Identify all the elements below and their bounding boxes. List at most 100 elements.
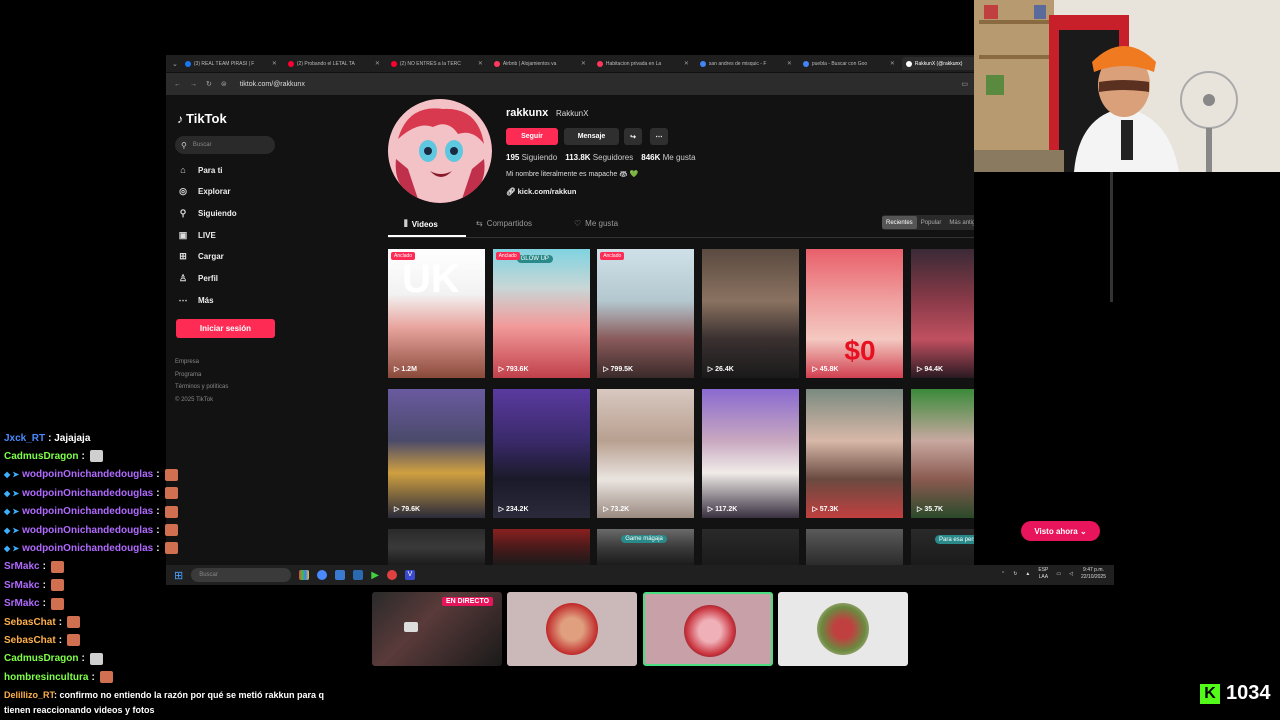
browser-tab[interactable]: (2) Probando el LETAL TA ✕	[284, 57, 384, 70]
footer-link[interactable]: Programa	[175, 372, 201, 378]
scene-thumbnail-active[interactable]	[643, 592, 773, 666]
login-button[interactable]: Iniciar sesión	[176, 319, 275, 338]
sync-icon[interactable]: ↻	[1013, 571, 1017, 577]
video-card[interactable]: GLOW UP Anclado ▷ 793.6K	[492, 249, 590, 378]
video-card[interactable]: ▷ 234.2K	[492, 389, 590, 518]
app-icon[interactable]	[335, 570, 346, 580]
footer-link[interactable]: Empresa	[175, 359, 199, 365]
video-card[interactable]: ▷ 35.7K	[911, 389, 974, 518]
site-info-icon[interactable]: ⊜	[221, 80, 227, 88]
sort-popular[interactable]: Popular	[917, 216, 946, 229]
sidebar-item-perfil[interactable]: ♙ Perfil	[178, 271, 288, 287]
start-icon[interactable]: ⊞	[174, 569, 183, 582]
chat-username[interactable]: Jxck_RT	[4, 433, 45, 444]
video-card[interactable]: Anclado ▷ 799.5K	[597, 249, 695, 378]
shield-icon[interactable]: ▲	[1025, 571, 1030, 577]
message-button[interactable]: Mensaje	[564, 128, 619, 145]
widgets-icon[interactable]	[299, 570, 310, 580]
profile-link[interactable]: 🔗︎ kick.com/rakkun	[506, 187, 576, 196]
tab-videos[interactable]: ⫼ Videos	[404, 219, 438, 229]
tiktok-logo[interactable]: ♪ TikTok	[177, 111, 227, 126]
video-card[interactable]	[388, 529, 485, 565]
video-card[interactable]: Game mágaja	[597, 529, 695, 565]
footer-link[interactable]: Términos y políticas	[175, 384, 228, 390]
url-field[interactable]: tiktok.com/@rakkunx	[240, 81, 305, 88]
recently-viewed-button[interactable]: Visto ahora ⌄	[1021, 521, 1100, 541]
chat-username[interactable]: SrMakc	[4, 580, 40, 591]
grid-icon: ⫼	[404, 219, 408, 228]
chat-username[interactable]: CadmusDragon	[4, 653, 78, 664]
scene-thumbnail-guest[interactable]	[778, 592, 908, 666]
tab-liked[interactable]: ♡ Me gusta	[574, 219, 618, 228]
sort-recent[interactable]: Recientes	[882, 216, 917, 229]
sidebar-item-cargar[interactable]: ⊞ Cargar	[178, 249, 288, 265]
sidebar-item-explorar[interactable]: ◎ Explorar	[178, 184, 288, 200]
tab-shared[interactable]: ⇆ Compartidos	[476, 219, 532, 228]
close-icon[interactable]: ✕	[478, 60, 483, 67]
sort-oldest[interactable]: Más antiguos	[945, 216, 974, 229]
sidebar-item-live[interactable]: ▣ LIVE	[178, 227, 288, 243]
search-input[interactable]: ⚲ Buscar	[175, 136, 275, 154]
network-icon[interactable]: ▭	[1056, 571, 1061, 577]
video-card[interactable]: UK Anclado ▷ 1.2M	[388, 249, 485, 378]
language-indicator[interactable]: ESP LAA	[1038, 567, 1048, 581]
browser-tab[interactable]: (3) REAL TEAM PIRASI | F ✕	[181, 57, 281, 70]
video-card[interactable]: ▷ 26.4K	[701, 249, 799, 378]
taskbar-search[interactable]: Buscar	[191, 568, 292, 582]
chat-username[interactable]: SrMakc	[4, 561, 40, 572]
video-card[interactable]	[492, 529, 590, 565]
chat-username[interactable]: SrMakc	[4, 598, 40, 609]
scene-thumbnail-webcam[interactable]	[507, 592, 637, 666]
back-icon[interactable]: ←	[174, 81, 181, 88]
chat-username[interactable]: CadmusDragon	[4, 451, 78, 462]
video-card[interactable]	[806, 529, 904, 565]
scrollbar[interactable]	[1110, 172, 1113, 302]
video-card[interactable]: ▷ 73.2K	[597, 389, 695, 518]
close-icon[interactable]: ✕	[890, 60, 895, 67]
browser-tab[interactable]: (2) NO ENTRES a la TERC ✕	[387, 57, 487, 70]
close-icon[interactable]: ✕	[581, 60, 586, 67]
follow-button[interactable]: Seguir	[506, 128, 558, 145]
chat-username[interactable]: wodpoinOnichandedouglas	[22, 506, 153, 517]
browser-tab[interactable]: Airbnb | Alojamientos va ✕	[490, 57, 590, 70]
browser-tab[interactable]: puebla - Buscar con Goo ✕	[799, 57, 899, 70]
chat-username[interactable]: SebasChat	[4, 617, 56, 628]
video-card[interactable]	[701, 529, 799, 565]
chat-username[interactable]: hombresincultura	[4, 672, 88, 683]
close-icon[interactable]: ✕	[272, 60, 277, 67]
chat-username[interactable]: wodpoinOnichandedouglas	[22, 543, 153, 554]
chat-username[interactable]: wodpoinOnichandedouglas	[22, 525, 153, 536]
video-card[interactable]: Para esa persona 😀	[911, 529, 974, 565]
browser-tab[interactable]: san andres de misquic - F ✕	[696, 57, 796, 70]
install-icon[interactable]: ▭	[961, 80, 968, 88]
video-card[interactable]: ▷ 117.2K	[701, 389, 799, 518]
forward-icon[interactable]: →	[190, 81, 197, 88]
clock[interactable]: 9:47 p.m. 22/10/2025	[1081, 567, 1106, 581]
chat-username[interactable]: wodpoinOnichandedouglas	[22, 488, 153, 499]
more-options-button[interactable]: ⋯	[650, 128, 668, 145]
close-icon[interactable]: ✕	[375, 60, 380, 67]
video-card[interactable]: ▷ 79.6K	[388, 389, 485, 518]
video-card[interactable]: $0 ▷ 45.8K	[806, 249, 904, 378]
chat-username[interactable]: SebasChat	[4, 635, 56, 646]
browser-tab[interactable]: Habitacion privada en La ✕	[593, 57, 693, 70]
obs-icon[interactable]	[386, 570, 397, 580]
close-icon[interactable]: ✕	[684, 60, 689, 67]
share-button[interactable]: ↪	[624, 128, 642, 145]
browser-tab[interactable]: RakkunX (@rakkunx)✕	[901, 57, 974, 70]
sidebar-item-para-ti[interactable]: ⌂ Para ti	[178, 162, 288, 178]
chat-username[interactable]: Delillizo_RT	[4, 690, 54, 700]
chevron-up-icon[interactable]: ⌃	[1001, 571, 1005, 577]
play-icon[interactable]: ▶	[371, 570, 379, 581]
sidebar-item-siguiendo[interactable]: ⚲ Siguiendo	[178, 205, 288, 221]
volume-icon[interactable]: ◁	[1069, 571, 1073, 577]
video-card[interactable]: ▷ 94.4K	[911, 249, 974, 378]
video-card[interactable]: ▷ 57.3K	[806, 389, 904, 518]
chat-username[interactable]: wodpoinOnichandedouglas	[22, 469, 153, 480]
calculator-icon[interactable]	[353, 570, 364, 580]
vpn-icon[interactable]: V	[404, 570, 415, 580]
close-icon[interactable]: ✕	[787, 60, 792, 67]
chrome-icon[interactable]	[317, 570, 328, 580]
sidebar-item-mas[interactable]: ⋯ Más	[178, 292, 288, 308]
reload-icon[interactable]: ↻	[206, 80, 212, 88]
